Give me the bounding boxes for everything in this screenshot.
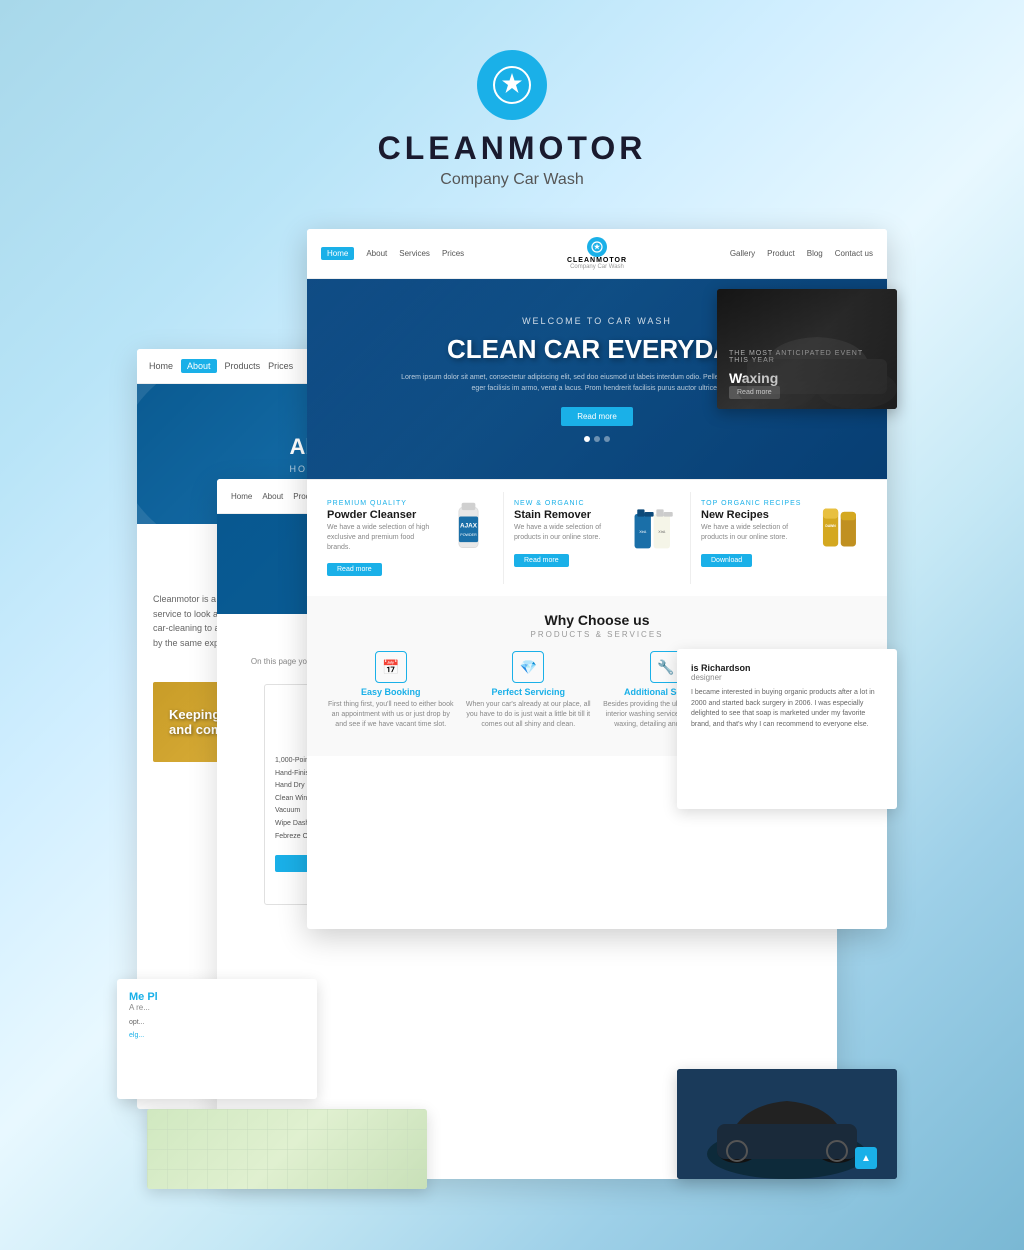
product-1-label: Premium Quality (327, 500, 437, 507)
svg-text:POWDER: POWDER (460, 533, 477, 537)
products-section: Premium Quality Powder Cleanser We have … (307, 479, 887, 596)
product-2-btn[interactable]: Read more (514, 554, 569, 567)
product-2-image: XtrA XtrA (630, 500, 680, 555)
home-nav-prices[interactable]: Prices (442, 249, 464, 258)
scroll-up-indicator[interactable]: ▲ (855, 1147, 877, 1169)
home-nav: Home About Services Prices CLEANMOTOR Co… (307, 229, 887, 279)
card-waxing: THE MOST ANTICIPATED EVENT THIS YEAR Wax… (717, 289, 897, 409)
product-2-name: Stain Remover (514, 509, 624, 521)
home-nav-blog[interactable]: Blog (807, 249, 823, 258)
hero-cta-button[interactable]: Read more (561, 407, 633, 426)
product-3-name: New Recipes (701, 509, 811, 521)
svg-text:XtrA: XtrA (639, 530, 647, 534)
product-3-btn[interactable]: Download (701, 554, 752, 567)
brand-name: CLEANMOTOR (20, 130, 1004, 167)
about-nav-about[interactable]: About (181, 359, 217, 373)
hero-dots (397, 436, 797, 442)
home-nav-gallery[interactable]: Gallery (730, 249, 755, 258)
why-item-booking: 📅 Easy Booking First thing first, you'll… (327, 651, 455, 739)
product-1-image: AJAX POWDER (443, 500, 493, 555)
why-subtitle: PRODUCTS & SERVICES (327, 630, 867, 639)
product-2-desc: We have a wide selection of products in … (514, 523, 624, 543)
small-card-sub: A re... (129, 1003, 305, 1012)
product-3-image: DAWN (817, 500, 867, 555)
brand-subtitle: Company Car Wash (20, 171, 1004, 189)
product-3-desc: We have a wide selection of products in … (701, 523, 811, 543)
why-servicing-desc: When your car's already at our place, al… (465, 700, 593, 729)
testimonial-text: I became interested in buying organic pr… (691, 688, 883, 730)
testimonial-role: designer (691, 673, 883, 682)
small-card-title: Me Pl (129, 991, 305, 1003)
about-nav-prices[interactable]: Prices (268, 361, 293, 371)
home-nav-product[interactable]: Product (767, 249, 795, 258)
product-item-powder: Premium Quality Powder Cleanser We have … (317, 492, 504, 584)
brand-logo-icon (477, 50, 547, 120)
svg-text:DAWN: DAWN (825, 524, 836, 528)
product-2-label: New & Organic (514, 500, 624, 507)
product-3-label: Top Organic Recipes (701, 500, 811, 507)
cards-stack: Home About Products Prices ★ CLEANM Ab H… (137, 229, 887, 1179)
small-card-text: opt... (129, 1018, 305, 1028)
about-nav-products[interactable]: Products (225, 361, 261, 371)
why-item-servicing: 💎 Perfect Servicing When your car's alre… (465, 651, 593, 739)
hero-dot-2 (594, 436, 600, 442)
prices-nav-about[interactable]: About (262, 492, 283, 501)
svg-text:AJAX: AJAX (459, 523, 477, 530)
home-nav-home[interactable]: Home (321, 247, 354, 260)
home-nav-about[interactable]: About (366, 249, 387, 258)
product-item-stain: New & Organic Stain Remover We have a wi… (504, 492, 691, 584)
why-booking-desc: First thing first, you'll need to either… (327, 700, 455, 729)
small-card-email: elg... (129, 1032, 305, 1039)
about-nav-home[interactable]: Home (149, 361, 173, 371)
card-map (147, 1109, 427, 1189)
why-booking-title: Easy Booking (327, 687, 455, 697)
product-1-btn[interactable]: Read more (327, 563, 382, 576)
home-nav-services[interactable]: Services (399, 249, 430, 258)
card-small-bottom-left: Me Pl A re... opt... elg... (117, 979, 317, 1099)
home-nav-logo: CLEANMOTOR Company Car Wash (567, 237, 627, 270)
testimonial-name: is Richardson (691, 663, 883, 673)
product-item-recipes: Top Organic Recipes New Recipes We have … (691, 492, 877, 584)
svg-text:XtrA: XtrA (658, 530, 666, 534)
booking-icon: 📅 (375, 651, 407, 683)
home-nav-contact[interactable]: Contact us (835, 249, 873, 258)
prices-nav-home[interactable]: Home (231, 492, 252, 501)
why-servicing-title: Perfect Servicing (465, 687, 593, 697)
card-testimonial: is Richardson designer I became interest… (677, 649, 897, 809)
hero-dot-1 (584, 436, 590, 442)
hero-dot-3 (604, 436, 610, 442)
product-1-name: Powder Cleanser (327, 509, 437, 521)
servicing-icon: 💎 (512, 651, 544, 683)
brand-header: CLEANMOTOR Company Car Wash (20, 20, 1004, 209)
product-1-desc: We have a wide selection of high exclusi… (327, 523, 437, 552)
why-title: Why Choose us (327, 612, 867, 628)
